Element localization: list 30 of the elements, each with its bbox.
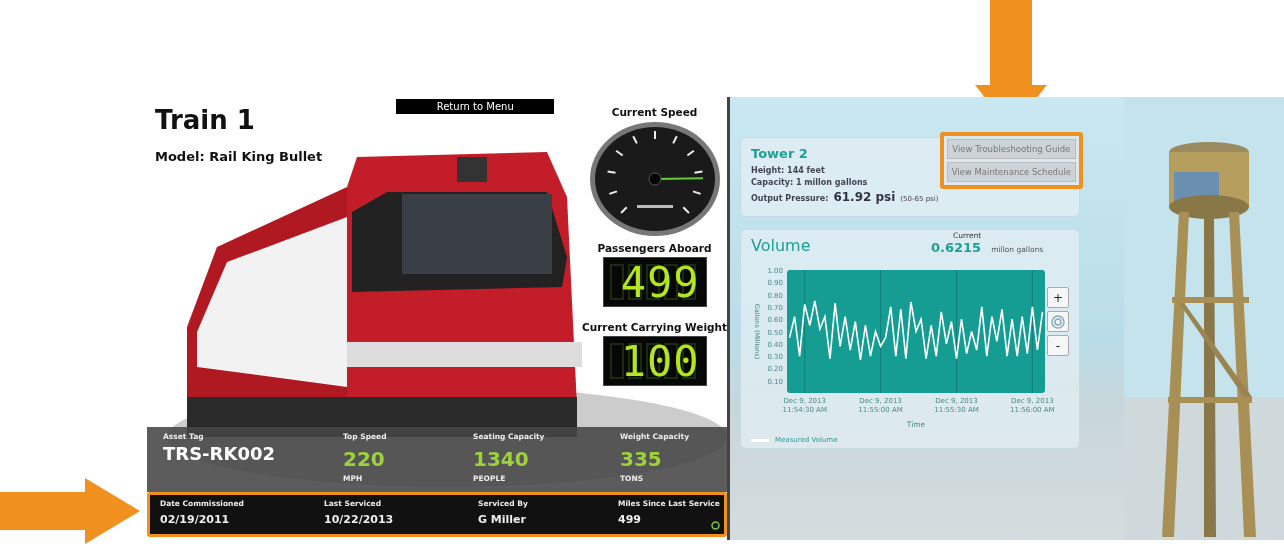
gauge-label: Current Speed bbox=[611, 106, 698, 118]
tower-title: Tower 2 bbox=[751, 146, 809, 161]
power-icon bbox=[711, 521, 720, 530]
arrow-icon bbox=[0, 478, 140, 544]
zoom-in-button[interactable]: + bbox=[1047, 287, 1069, 308]
stat-value: 220 bbox=[343, 447, 386, 471]
service-value: 499 bbox=[618, 513, 641, 526]
stat-value: 1340 bbox=[473, 447, 530, 471]
target-icon bbox=[1051, 314, 1065, 329]
current-value: 0.6215 bbox=[931, 240, 982, 255]
pressure-label: Output Pressure: bbox=[751, 194, 829, 203]
stat-value: 335 bbox=[620, 447, 663, 471]
volume-title: Volume bbox=[750, 235, 812, 257]
service-value: 10/22/2013 bbox=[324, 513, 394, 526]
zoom-out-button[interactable]: - bbox=[1047, 335, 1069, 356]
asset-tag: TRS-RK002 bbox=[163, 443, 327, 464]
legend-swatch bbox=[751, 438, 769, 442]
tower-fact: Capacity: 1 millon gallons bbox=[751, 178, 869, 187]
model-text: Model: Rail King Bullet bbox=[155, 149, 324, 164]
pressure-value: 61.92 psi bbox=[833, 190, 896, 204]
digital-display: 499 bbox=[602, 257, 707, 307]
reset-zoom-button[interactable] bbox=[1047, 311, 1069, 332]
train-title: Train 1 bbox=[155, 105, 256, 135]
service-value: 02/19/2011 bbox=[160, 513, 230, 526]
gauge-label: Current Carrying Weight bbox=[582, 321, 727, 333]
digital-display: 100 bbox=[602, 336, 707, 386]
tower-fact: Height: 144 feet bbox=[751, 166, 826, 175]
service-value: G Miller bbox=[478, 513, 526, 526]
return-to-menu-button[interactable]: Return to Menu bbox=[396, 99, 555, 114]
gauge-label: Passengers Aboard bbox=[597, 242, 712, 254]
